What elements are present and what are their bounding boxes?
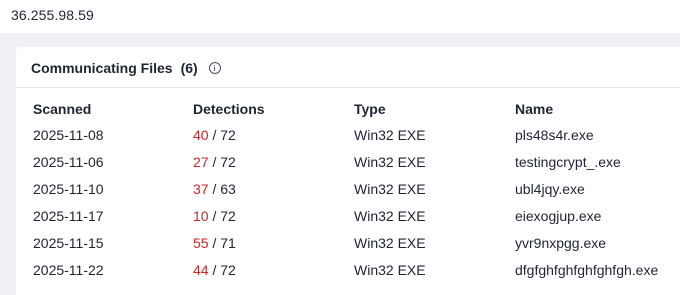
table-row[interactable]: 2025-11-22 44 / 72 Win32 EXE dfgfghfghfg… <box>32 260 672 287</box>
ip-address: 36.255.98.59 <box>11 7 94 23</box>
section-count: (6) <box>180 60 198 76</box>
file-name-link[interactable]: pls48s4r.exe <box>515 125 594 145</box>
file-name-link[interactable]: eiexogjup.exe <box>515 206 601 226</box>
scanned-date: 2025-11-22 <box>33 262 104 278</box>
file-type: Win32 EXE <box>354 208 426 224</box>
table-row[interactable]: 2025-11-15 55 / 71 Win32 EXE yvr9nxpgg.e… <box>32 233 672 260</box>
detection-total: / 72 <box>212 262 236 278</box>
detection-count: 27 <box>193 154 209 170</box>
file-type: Win32 EXE <box>354 181 426 197</box>
scanned-date: 2025-11-15 <box>33 235 104 251</box>
table-row[interactable]: 2025-11-17 10 / 72 Win32 EXE eiexogjup.e… <box>32 206 672 233</box>
detections-cell: 40 / 72 <box>193 125 236 145</box>
detections-cell: 37 / 63 <box>193 179 236 199</box>
file-name-link[interactable]: ubl4jqy.exe <box>515 179 585 199</box>
detection-total: / 72 <box>212 208 236 224</box>
detection-count: 37 <box>193 181 209 197</box>
detections-cell: 44 / 72 <box>193 260 236 280</box>
table-row[interactable]: 2025-11-10 37 / 63 Win32 EXE ubl4jqy.exe <box>32 179 672 206</box>
column-header-detections[interactable]: Detections <box>193 99 265 119</box>
header-divider <box>16 87 680 88</box>
scanned-date: 2025-11-10 <box>33 181 104 197</box>
file-type: Win32 EXE <box>354 154 426 170</box>
detection-count: 10 <box>193 208 209 224</box>
column-header-type[interactable]: Type <box>354 99 386 119</box>
file-name-link[interactable]: yvr9nxpgg.exe <box>515 233 606 253</box>
scanned-date: 2025-11-08 <box>33 127 104 143</box>
column-header-name[interactable]: Name <box>515 99 553 119</box>
scanned-date: 2025-11-06 <box>33 154 104 170</box>
detection-count: 55 <box>193 235 209 251</box>
table-row[interactable]: 2025-11-08 40 / 72 Win32 EXE pls48s4r.ex… <box>32 125 672 152</box>
detection-count: 40 <box>193 127 209 143</box>
detections-cell: 10 / 72 <box>193 206 236 226</box>
detections-cell: 55 / 71 <box>193 233 236 253</box>
file-type: Win32 EXE <box>354 262 426 278</box>
communicating-files-table: Scanned Detections Type Name 2025-11-08 … <box>32 99 672 287</box>
table-header-row: Scanned Detections Type Name <box>32 99 672 125</box>
info-circle-icon[interactable] <box>208 62 221 74</box>
scanned-date: 2025-11-17 <box>33 208 104 224</box>
file-name-link[interactable]: testingcrypt_.exe <box>515 152 621 172</box>
detection-total: / 72 <box>212 127 236 143</box>
detections-cell: 27 / 72 <box>193 152 236 172</box>
file-type: Win32 EXE <box>354 127 426 143</box>
detection-total: / 72 <box>212 154 236 170</box>
section-header: Communicating Files (6) <box>31 60 221 76</box>
detection-count: 44 <box>193 262 209 278</box>
ip-header-bar: 36.255.98.59 <box>0 0 680 33</box>
communicating-files-card: Communicating Files (6) Scanned Detectio… <box>16 47 680 295</box>
detection-total: / 63 <box>212 181 236 197</box>
section-title: Communicating Files <box>31 60 173 76</box>
file-type: Win32 EXE <box>354 235 426 251</box>
column-header-scanned[interactable]: Scanned <box>33 99 91 119</box>
detection-total: / 71 <box>212 235 236 251</box>
table-row[interactable]: 2025-11-06 27 / 72 Win32 EXE testingcryp… <box>32 152 672 179</box>
file-name-link[interactable]: dfgfghfghfghfghfgh.exe <box>515 260 658 280</box>
